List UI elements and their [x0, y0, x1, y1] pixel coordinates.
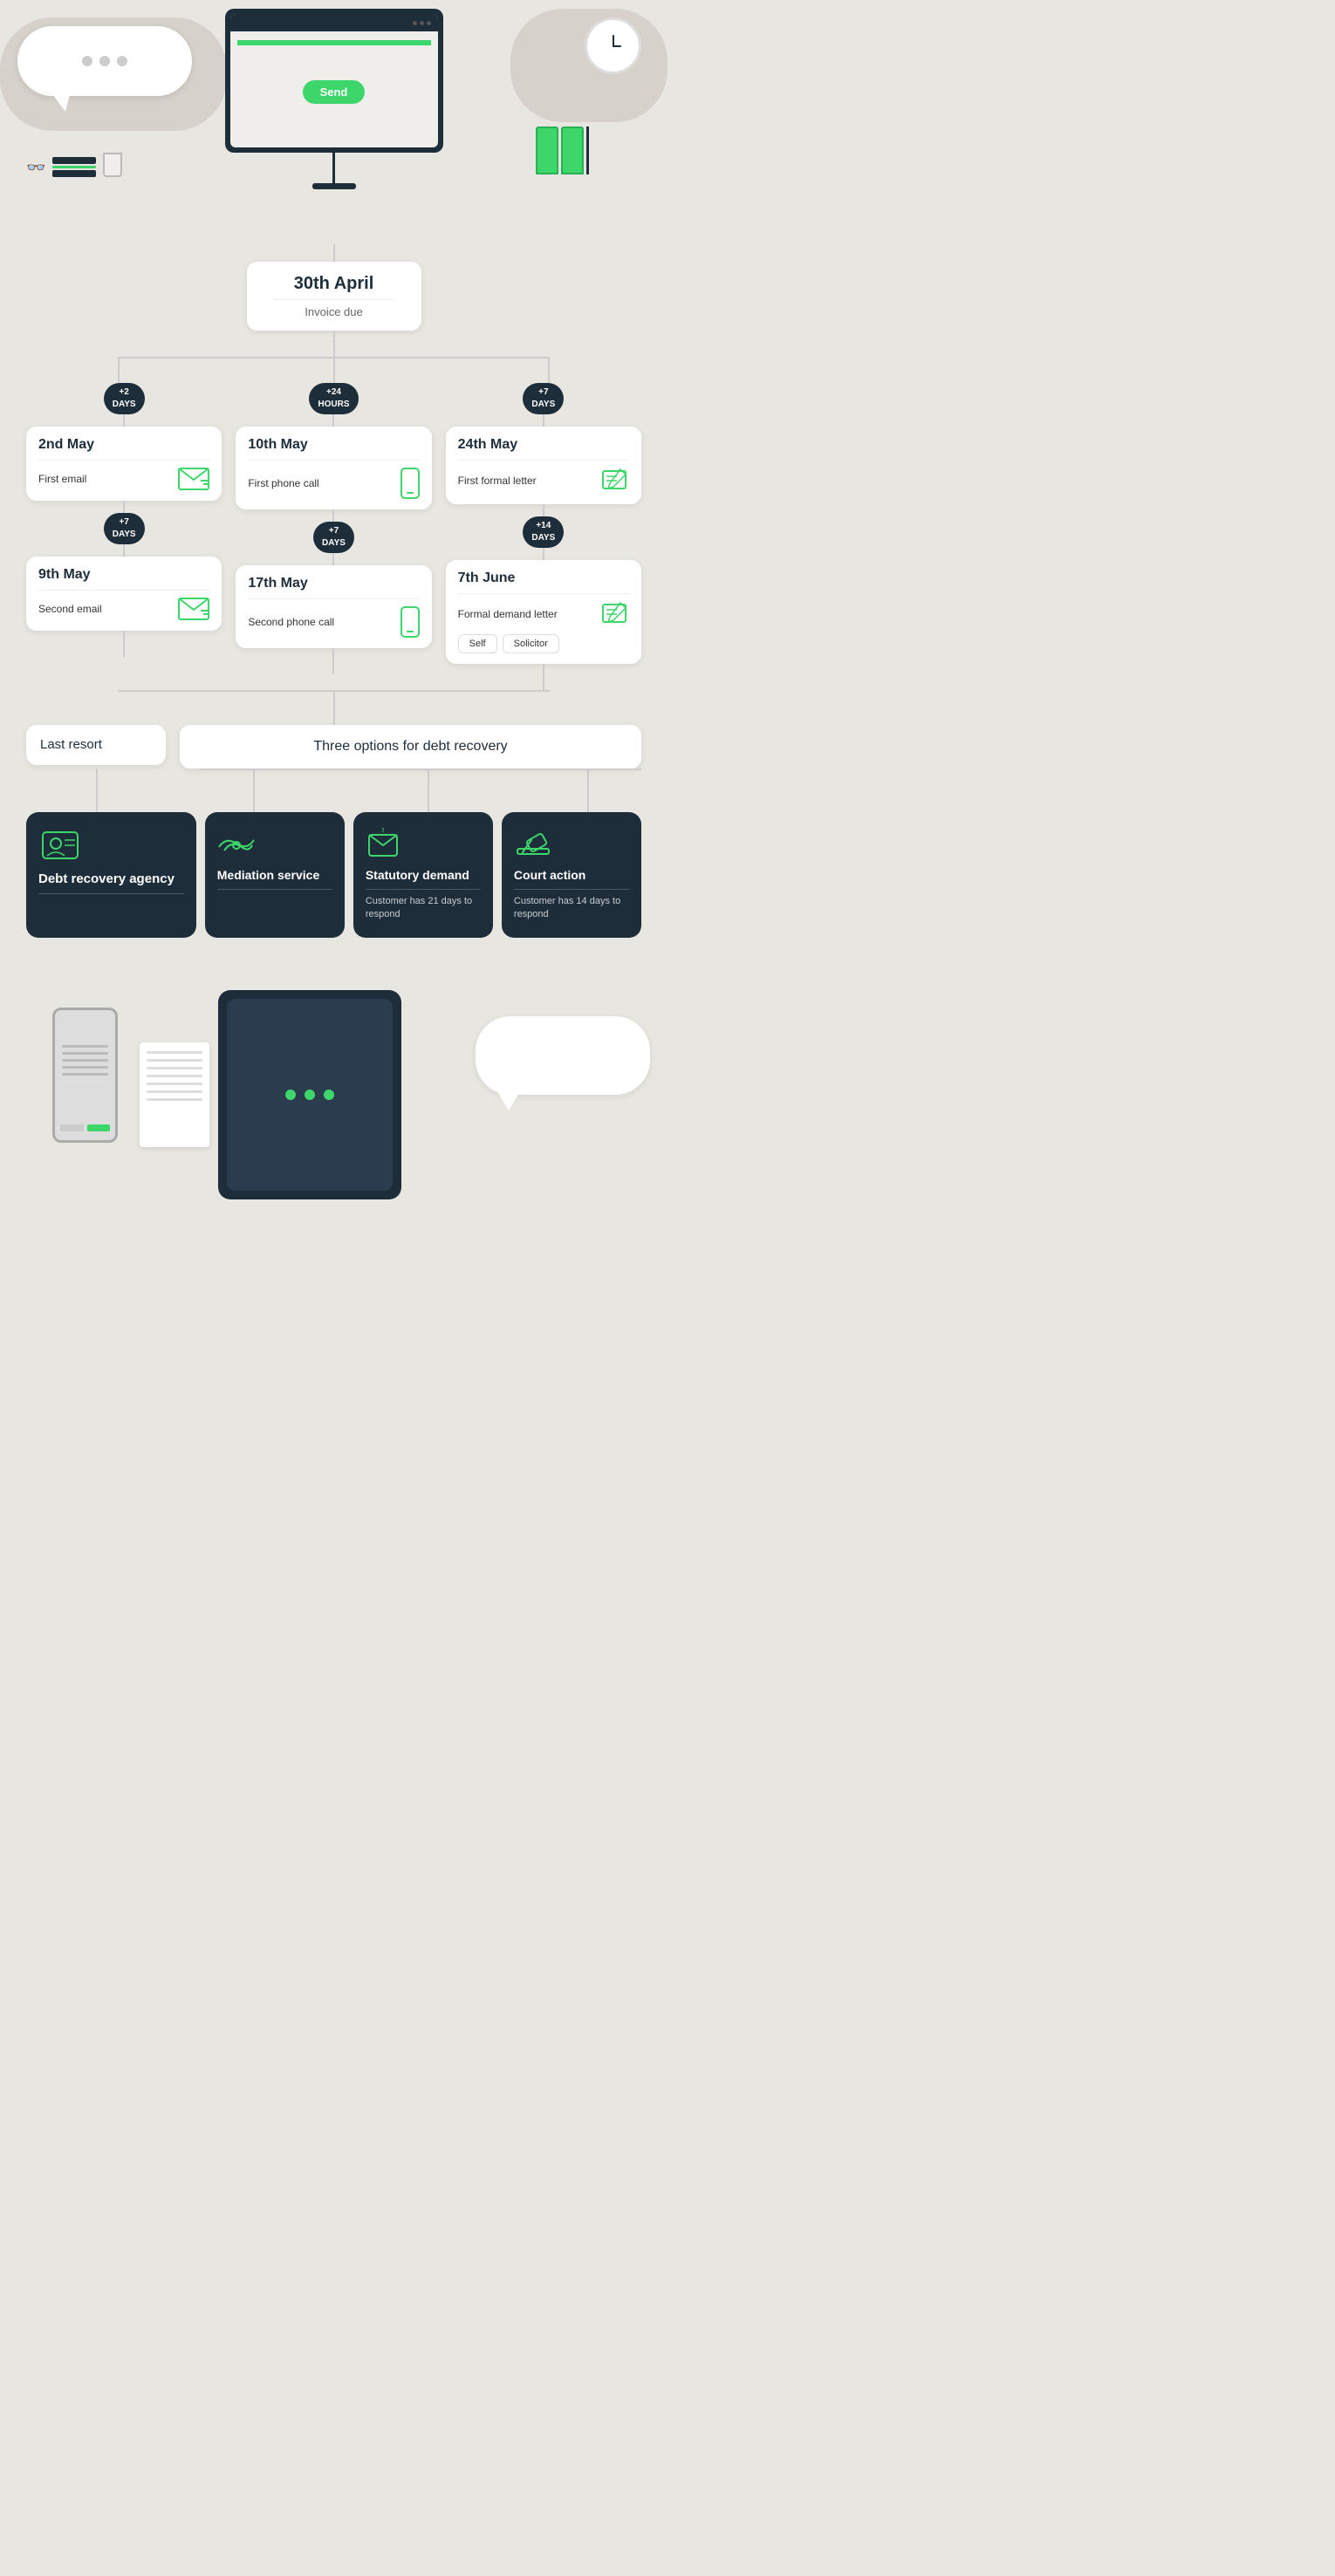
badge-24hours: +24 HOURS: [309, 383, 358, 414]
step-desc: First phone call: [248, 477, 318, 489]
step-desc: First formal letter: [458, 475, 537, 487]
bottom-speech-bubble: [476, 1016, 650, 1095]
recovery-desc: Customer has 21 days to respond: [366, 895, 481, 922]
recovery-row: Debt recovery agency Mediation service: [26, 812, 641, 938]
step-date: 9th May: [38, 567, 209, 583]
recovery-title: Statutory demand: [366, 868, 481, 890]
binders: [536, 126, 589, 174]
recovery-desc: Customer has 14 days to respond: [514, 895, 629, 922]
last-resort-label: Last resort: [40, 737, 102, 752]
court-card: Court action Customer has 14 days to res…: [502, 812, 641, 938]
paper-doc: [140, 1042, 209, 1147]
phone-icon-2: [400, 606, 420, 638]
step-10th-may: 10th May First phone call: [236, 427, 431, 509]
pen-icon: [599, 468, 629, 494]
last-resort-box: Last resort: [26, 725, 166, 765]
top-illustration: Send 👓: [0, 0, 668, 244]
bottom-illustration: [0, 973, 668, 1252]
statutory-card: ! Statutory demand Customer has 21 days …: [353, 812, 493, 938]
badge-7days-2: +7 DAYS: [313, 522, 354, 553]
step-date: 10th May: [248, 437, 419, 453]
clock: [585, 17, 641, 74]
flow-container: 30th April Invoice due +2 DAYS: [0, 244, 668, 938]
send-button[interactable]: Send: [303, 80, 366, 104]
badge-7days-1: +7 DAYS: [104, 513, 145, 544]
step-desc: Second email: [38, 603, 102, 615]
phone-icon: [400, 468, 420, 499]
recovery-title: Mediation service: [217, 868, 332, 890]
col-phone: +24 HOURS 10th May First phone call +7 D…: [236, 383, 431, 674]
step-date: 24th May: [458, 437, 629, 453]
step-24th-may: 24th May First formal letter: [446, 427, 641, 504]
step-desc: First email: [38, 473, 86, 485]
invoice-box: 30th April Invoice due: [247, 262, 421, 331]
phone-device: [52, 1008, 118, 1143]
step-7th-june: 7th June Formal demand letter Self: [446, 560, 641, 664]
mediation-card: Mediation service: [205, 812, 345, 938]
glasses-icon: 👓: [26, 159, 45, 177]
three-options-box: Three options for debt recovery: [180, 725, 641, 769]
monitor: Send: [225, 9, 443, 189]
step-date: 7th June: [458, 571, 629, 586]
badge-7days-3: +7 DAYS: [523, 383, 564, 414]
tag-row: Self Solicitor: [458, 634, 629, 653]
envelope-icon: [178, 468, 209, 490]
speech-bubble: [17, 26, 192, 96]
step-date: 17th May: [248, 576, 419, 591]
step-2nd-may: 2nd May First email: [26, 427, 222, 501]
badge-2days: +2 DAYS: [104, 383, 145, 414]
invoice-date: 30th April: [273, 274, 395, 294]
self-tag[interactable]: Self: [458, 634, 497, 653]
coffee-cup-icon: [103, 153, 122, 177]
gavel-icon: [514, 828, 552, 859]
step-desc: Second phone call: [248, 616, 334, 628]
statutory-icon: !: [366, 828, 400, 859]
step-date: 2nd May: [38, 437, 209, 453]
step-desc: Formal demand letter: [458, 608, 558, 620]
envelope-icon-2: [178, 598, 209, 620]
step-17th-may: 17th May Second phone call: [236, 565, 431, 648]
svg-text:!: !: [381, 828, 384, 834]
col-email: +2 DAYS 2nd May First email: [26, 383, 222, 657]
person-id-icon: [38, 828, 82, 863]
pen-icon-2: [599, 601, 629, 627]
col-letter: +7 DAYS 24th May First formal letter: [446, 383, 641, 690]
invoice-label: Invoice due: [273, 305, 395, 318]
recovery-title: Court action: [514, 868, 629, 890]
handshake-icon: [217, 828, 256, 859]
solicitor-tag[interactable]: Solicitor: [503, 634, 559, 653]
tablet-device: [218, 990, 401, 1199]
badge-14days: +14 DAYS: [523, 516, 564, 548]
step-9th-may: 9th May Second email: [26, 557, 222, 631]
debt-recovery-card: Debt recovery agency: [26, 812, 196, 938]
recovery-title: Debt recovery agency: [38, 871, 184, 894]
